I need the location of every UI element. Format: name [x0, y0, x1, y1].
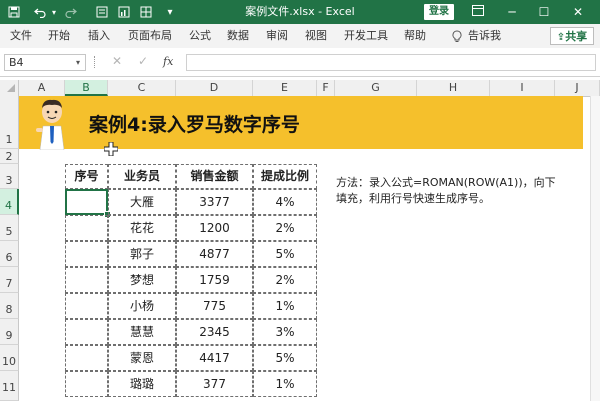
table-header-salesperson[interactable]: 业务员	[108, 164, 176, 189]
col-header-i[interactable]: I	[490, 80, 555, 96]
cancel-icon[interactable]: ✕	[112, 54, 122, 68]
title-bar: ▾ ▾ 案例文件.xlsx - Excel 登录 ─ ☐ ✕	[0, 0, 600, 24]
tab-data[interactable]: 数据	[227, 24, 249, 48]
share-icon: ⇪	[556, 32, 566, 43]
table-cell[interactable]: 3%	[253, 319, 317, 345]
tab-developer[interactable]: 开发工具	[344, 24, 388, 48]
table-cell[interactable]: 璐璐	[108, 371, 176, 397]
minimize-icon[interactable]: ─	[500, 0, 524, 24]
ribbon-display-options-icon[interactable]	[466, 0, 490, 24]
table-cell[interactable]: 蒙恩	[108, 345, 176, 371]
cell-b4-selected[interactable]	[65, 189, 108, 215]
table-cell[interactable]: 2%	[253, 267, 317, 293]
row-header-9[interactable]: 9	[0, 319, 19, 345]
tab-page-layout[interactable]: 页面布局	[128, 24, 172, 48]
share-label: 共享	[565, 30, 588, 43]
cartoon-character-icon	[33, 98, 71, 153]
col-header-g[interactable]: G	[335, 80, 417, 96]
share-button[interactable]: ⇪共享	[550, 27, 594, 45]
ribbon-tabs: 文件 开始 插入 页面布局 公式 数据 审阅 视图 开发工具 帮助 告诉我 ⇪共…	[0, 24, 600, 49]
formula-bar: B4 ▾ ✕ ✓ fx	[0, 48, 600, 77]
table-cell[interactable]: 2345	[176, 319, 253, 345]
table-cell[interactable]: 4877	[176, 241, 253, 267]
tab-review[interactable]: 审阅	[266, 24, 288, 48]
restore-icon[interactable]: ☐	[532, 0, 556, 24]
select-all-corner[interactable]	[0, 80, 19, 96]
table-cell[interactable]: 花花	[108, 215, 176, 241]
lightbulb-icon[interactable]	[452, 24, 462, 48]
row-header-7[interactable]: 7	[0, 267, 19, 293]
table-cell[interactable]	[65, 267, 108, 293]
tab-view[interactable]: 视图	[305, 24, 327, 48]
table-cell[interactable]: 小杨	[108, 293, 176, 319]
table-header-index[interactable]: 序号	[65, 164, 108, 189]
row-header-8[interactable]: 8	[0, 293, 19, 319]
table-cell[interactable]: 慧慧	[108, 319, 176, 345]
enter-icon[interactable]: ✓	[138, 54, 148, 68]
col-header-f[interactable]: F	[317, 80, 335, 96]
method-note: 方法：录入公式=ROMAN(ROW(A1))，向下填充，利用行号快速生成序号。	[336, 176, 556, 205]
row-header-11[interactable]: 11	[0, 371, 19, 401]
table-cell[interactable]: 377	[176, 371, 253, 397]
row-header-4[interactable]: 4	[0, 189, 19, 215]
row-header-1[interactable]: 1	[0, 96, 19, 149]
table-cell[interactable]: 3377	[176, 189, 253, 215]
column-headers: A B C D E F G H I J	[0, 80, 600, 97]
table-header-commission-rate[interactable]: 提成比例	[253, 164, 317, 189]
table-cell[interactable]: 4417	[176, 345, 253, 371]
row-header-6[interactable]: 6	[0, 241, 19, 267]
row-header-2[interactable]: 2	[0, 149, 19, 164]
formula-bar-grip[interactable]	[94, 56, 99, 68]
col-header-b[interactable]: B	[65, 80, 108, 96]
tab-file[interactable]: 文件	[10, 24, 32, 48]
row-header-3[interactable]: 3	[0, 164, 19, 189]
col-header-d[interactable]: D	[176, 80, 253, 96]
table-cell[interactable]	[65, 371, 108, 397]
table-cell[interactable]: 1%	[253, 293, 317, 319]
table-cell[interactable]: 1%	[253, 371, 317, 397]
table-cell[interactable]: 4%	[253, 189, 317, 215]
table-cell[interactable]: 大雁	[108, 189, 176, 215]
table-cell[interactable]: 2%	[253, 215, 317, 241]
table-cell[interactable]: 5%	[253, 241, 317, 267]
col-header-h[interactable]: H	[417, 80, 490, 96]
vertical-scrollbar[interactable]	[590, 96, 600, 401]
table-header-sales-amount[interactable]: 销售金额	[176, 164, 253, 189]
tab-home[interactable]: 开始	[48, 24, 70, 48]
table-cell[interactable]: 梦想	[108, 267, 176, 293]
tab-help[interactable]: 帮助	[404, 24, 426, 48]
col-header-j[interactable]: J	[555, 80, 600, 96]
table-cell[interactable]: 5%	[253, 345, 317, 371]
table-cell[interactable]	[65, 215, 108, 241]
row-header-5[interactable]: 5	[0, 215, 19, 241]
close-icon[interactable]: ✕	[566, 0, 590, 24]
table-cell[interactable]: 1200	[176, 215, 253, 241]
mouse-cursor-icon	[103, 141, 119, 159]
tab-formulas[interactable]: 公式	[189, 24, 211, 48]
formula-input[interactable]	[186, 54, 596, 71]
table-cell[interactable]: 1759	[176, 267, 253, 293]
table-cell[interactable]	[65, 293, 108, 319]
name-box[interactable]: B4	[4, 54, 86, 71]
table-cell[interactable]	[65, 345, 108, 371]
banner-title: 案例4:录入罗马数字序号	[89, 114, 300, 136]
col-header-c[interactable]: C	[108, 80, 176, 96]
row-header-10[interactable]: 10	[0, 345, 19, 371]
tell-me-search[interactable]: 告诉我	[468, 24, 501, 48]
table-cell[interactable]: 郭子	[108, 241, 176, 267]
tab-insert[interactable]: 插入	[88, 24, 110, 48]
col-header-a[interactable]: A	[19, 80, 65, 96]
insert-function-icon[interactable]: fx	[163, 55, 173, 68]
table-cell[interactable]	[65, 319, 108, 345]
col-header-e[interactable]: E	[253, 80, 317, 96]
table-cell[interactable]	[65, 241, 108, 267]
name-box-dropdown-icon[interactable]: ▾	[76, 58, 80, 67]
table-cell[interactable]: 775	[176, 293, 253, 319]
login-button[interactable]: 登录	[424, 4, 454, 20]
